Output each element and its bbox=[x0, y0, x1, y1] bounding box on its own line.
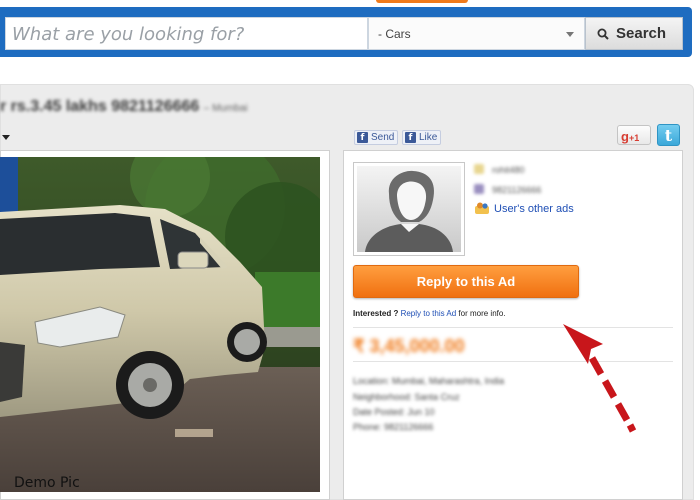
facebook-send-button[interactable]: f Send bbox=[354, 130, 399, 145]
detail-date-posted: Date Posted: Jun 10 bbox=[353, 407, 435, 417]
interested-prefix: Interested ? bbox=[353, 309, 399, 318]
ad-price: ₹ 3,45,000.00 bbox=[353, 336, 465, 356]
ad-title-text: r rs.3.45 lakhs 9821126666 bbox=[0, 98, 200, 115]
like-label: Like bbox=[419, 132, 438, 143]
car-photo[interactable] bbox=[0, 157, 320, 492]
top-tab-accent bbox=[376, 0, 468, 3]
twitter-icon[interactable]: t bbox=[657, 124, 680, 146]
car-image bbox=[0, 157, 320, 492]
avatar bbox=[353, 162, 465, 256]
seller-phone: 9821126666 bbox=[474, 184, 541, 195]
reply-to-ad-link[interactable]: Reply to this Ad bbox=[401, 309, 457, 318]
search-bar: What are you looking for? - Cars Search bbox=[0, 7, 692, 57]
ad-title-suffix: – Mumbai bbox=[203, 103, 248, 114]
seller-name: rohit480 bbox=[474, 164, 525, 175]
detail-neighborhood: Neighborhood: Santa Cruz bbox=[353, 392, 460, 402]
search-placeholder: What are you looking for? bbox=[12, 24, 245, 45]
user-ads-link-text: User's other ads bbox=[494, 203, 574, 215]
annotation-arrow-icon bbox=[563, 324, 637, 433]
reply-to-ad-button[interactable]: Reply to this Ad bbox=[353, 265, 579, 298]
user-other-ads-link[interactable]: User's other ads bbox=[474, 202, 574, 215]
search-icon bbox=[597, 28, 609, 40]
options-dropdown-icon[interactable] bbox=[2, 135, 10, 140]
category-selected-value: - Cars bbox=[378, 27, 411, 41]
facebook-icon: f bbox=[405, 132, 416, 143]
search-button-label: Search bbox=[616, 25, 667, 42]
category-select[interactable]: - Cars bbox=[368, 17, 585, 50]
google-plus-button[interactable]: g+1 bbox=[617, 125, 651, 145]
twitter-icon-glyph: t bbox=[664, 126, 673, 145]
search-button[interactable]: Search bbox=[585, 17, 683, 50]
avatar-placeholder-icon bbox=[357, 166, 461, 252]
detail-location: Location: Mumbai, Maharashtra, India bbox=[353, 376, 505, 386]
seller-name-text: rohit480 bbox=[492, 165, 525, 175]
interested-text: Interested ? Reply to this Ad for more i… bbox=[353, 309, 506, 318]
chevron-down-icon bbox=[566, 32, 574, 37]
google-plus-label: +1 bbox=[628, 133, 640, 143]
google-plus-icon: g bbox=[621, 129, 629, 144]
facebook-icon: f bbox=[357, 132, 368, 143]
search-input[interactable]: What are you looking for? bbox=[5, 17, 368, 50]
send-label: Send bbox=[371, 132, 395, 143]
seller-phone-text: 9821126666 bbox=[492, 185, 542, 195]
facebook-like-button[interactable]: f Like bbox=[402, 130, 442, 145]
phone-icon bbox=[474, 184, 484, 194]
ad-title: r rs.3.45 lakhs 9821126666 – Mumbai bbox=[0, 98, 248, 116]
user-icon bbox=[474, 164, 484, 174]
photo-caption: Demo Pic bbox=[14, 475, 80, 491]
reply-button-label: Reply to this Ad bbox=[416, 274, 516, 289]
user-ads-icon bbox=[475, 202, 489, 214]
detail-phone: Phone: 9821126666 bbox=[353, 422, 434, 432]
interested-suffix: for more info. bbox=[458, 309, 506, 318]
user-silhouette-icon bbox=[365, 170, 453, 252]
